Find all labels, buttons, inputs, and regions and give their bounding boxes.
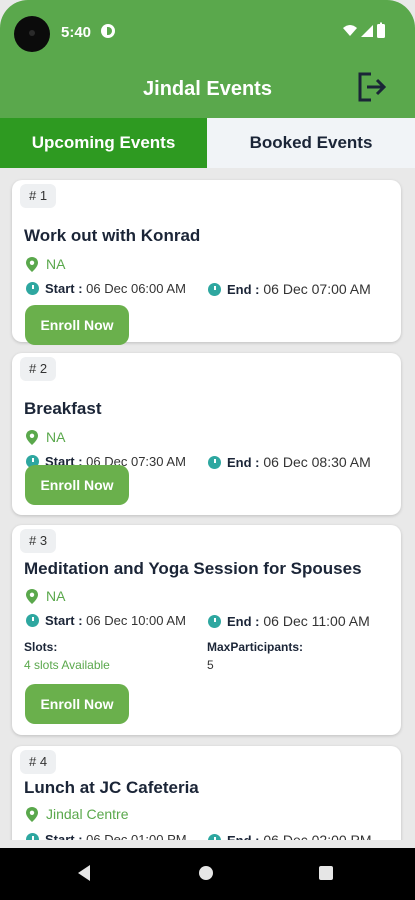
home-icon[interactable] bbox=[199, 866, 213, 880]
location-pin-icon bbox=[26, 807, 38, 822]
event-card: # 4 Lunch at JC Cafeteria Jindal Centre … bbox=[12, 746, 401, 840]
end-label: End : bbox=[227, 833, 260, 840]
slots-info: Slots: 4 slots Available bbox=[24, 640, 110, 672]
start-time: 06 Dec 06:00 AM bbox=[82, 281, 186, 296]
enroll-now-button[interactable]: Enroll Now bbox=[25, 305, 129, 345]
status-time: 5:40 bbox=[61, 24, 92, 41]
notification-icon bbox=[101, 24, 115, 38]
system-nav-bar bbox=[0, 848, 415, 900]
event-title: Lunch at JC Cafeteria bbox=[24, 778, 199, 797]
event-list[interactable]: # 1 Work out with Konrad NA Start : 06 D… bbox=[0, 168, 415, 840]
app-screen: 5:40 Jindal Events Upcoming Events Booke… bbox=[0, 0, 415, 900]
back-icon[interactable] bbox=[78, 865, 90, 881]
enroll-now-button[interactable]: Enroll Now bbox=[25, 684, 129, 724]
event-number: # 4 bbox=[20, 750, 57, 774]
clock-icon bbox=[26, 614, 39, 627]
event-number: # 1 bbox=[20, 184, 57, 208]
event-times: Start : 06 Dec 10:00 AM End : 06 Dec 11:… bbox=[26, 613, 370, 629]
clock-icon bbox=[26, 282, 39, 295]
end-time: 06 Dec 11:00 AM bbox=[259, 613, 370, 629]
location-pin-icon bbox=[26, 589, 38, 604]
start-label: Start : bbox=[45, 832, 83, 840]
end-time: 06 Dec 08:30 AM bbox=[259, 454, 371, 470]
event-number: # 3 bbox=[20, 529, 57, 553]
location-pin-icon bbox=[26, 430, 38, 445]
logout-icon bbox=[358, 72, 387, 102]
clock-icon bbox=[26, 833, 39, 840]
event-location-text: Jindal Centre bbox=[46, 806, 129, 822]
status-icons bbox=[341, 22, 401, 45]
clock-icon bbox=[208, 456, 221, 469]
event-number: # 2 bbox=[20, 357, 57, 381]
max-participants-value: 5 bbox=[207, 658, 214, 672]
event-times: Start : 06 Dec 06:00 AM End : 06 Dec 07:… bbox=[26, 281, 371, 297]
event-title: Meditation and Yoga Session for Spouses bbox=[24, 559, 362, 578]
front-camera bbox=[14, 16, 50, 52]
slots-label: Slots: bbox=[24, 640, 58, 654]
event-location-text: NA bbox=[46, 588, 66, 604]
event-card: # 1 Work out with Konrad NA Start : 06 D… bbox=[12, 180, 401, 345]
start-label: Start : bbox=[45, 281, 83, 296]
end-label: End : bbox=[227, 282, 260, 297]
app-header: 5:40 Jindal Events bbox=[0, 0, 415, 118]
start-time: 06 Dec 10:00 AM bbox=[82, 613, 186, 628]
end-label: End : bbox=[227, 455, 260, 470]
tab-upcoming-events[interactable]: Upcoming Events bbox=[0, 118, 207, 168]
max-participants-label: MaxParticipants: bbox=[207, 640, 304, 654]
clock-icon bbox=[208, 615, 221, 628]
signal-battery-icon bbox=[343, 22, 385, 38]
event-location-text: NA bbox=[46, 429, 66, 445]
logout-button[interactable] bbox=[356, 70, 388, 104]
max-participants-info: MaxParticipants: 5 bbox=[207, 640, 303, 672]
enroll-now-button[interactable]: Enroll Now bbox=[25, 465, 129, 505]
start-time: 06 Dec 01:00 PM bbox=[82, 832, 187, 840]
event-title: Breakfast bbox=[24, 399, 102, 418]
event-location: NA bbox=[26, 256, 65, 272]
tab-bar: Upcoming Events Booked Events bbox=[0, 118, 415, 168]
clock-icon bbox=[208, 834, 221, 840]
page-title: Jindal Events bbox=[143, 78, 272, 100]
end-label: End : bbox=[227, 614, 260, 629]
event-card: # 2 Breakfast NA Start : 06 Dec 07:30 AM… bbox=[12, 353, 401, 515]
clock-icon bbox=[208, 283, 221, 296]
event-location-text: NA bbox=[46, 256, 66, 272]
recent-apps-icon[interactable] bbox=[319, 866, 333, 880]
end-time: 06 Dec 02:00 PM bbox=[259, 832, 372, 840]
event-location: NA bbox=[26, 588, 65, 604]
slots-available: 4 slots Available bbox=[24, 658, 110, 672]
location-pin-icon bbox=[26, 257, 38, 272]
start-label: Start : bbox=[45, 613, 83, 628]
event-times: Start : 06 Dec 01:00 PM End : 06 Dec 02:… bbox=[26, 832, 372, 840]
event-location: NA bbox=[26, 429, 65, 445]
end-time: 06 Dec 07:00 AM bbox=[259, 281, 371, 297]
event-location: Jindal Centre bbox=[26, 806, 129, 822]
event-card: # 3 Meditation and Yoga Session for Spou… bbox=[12, 525, 401, 735]
tab-booked-events[interactable]: Booked Events bbox=[207, 118, 415, 168]
event-title: Work out with Konrad bbox=[24, 226, 201, 245]
